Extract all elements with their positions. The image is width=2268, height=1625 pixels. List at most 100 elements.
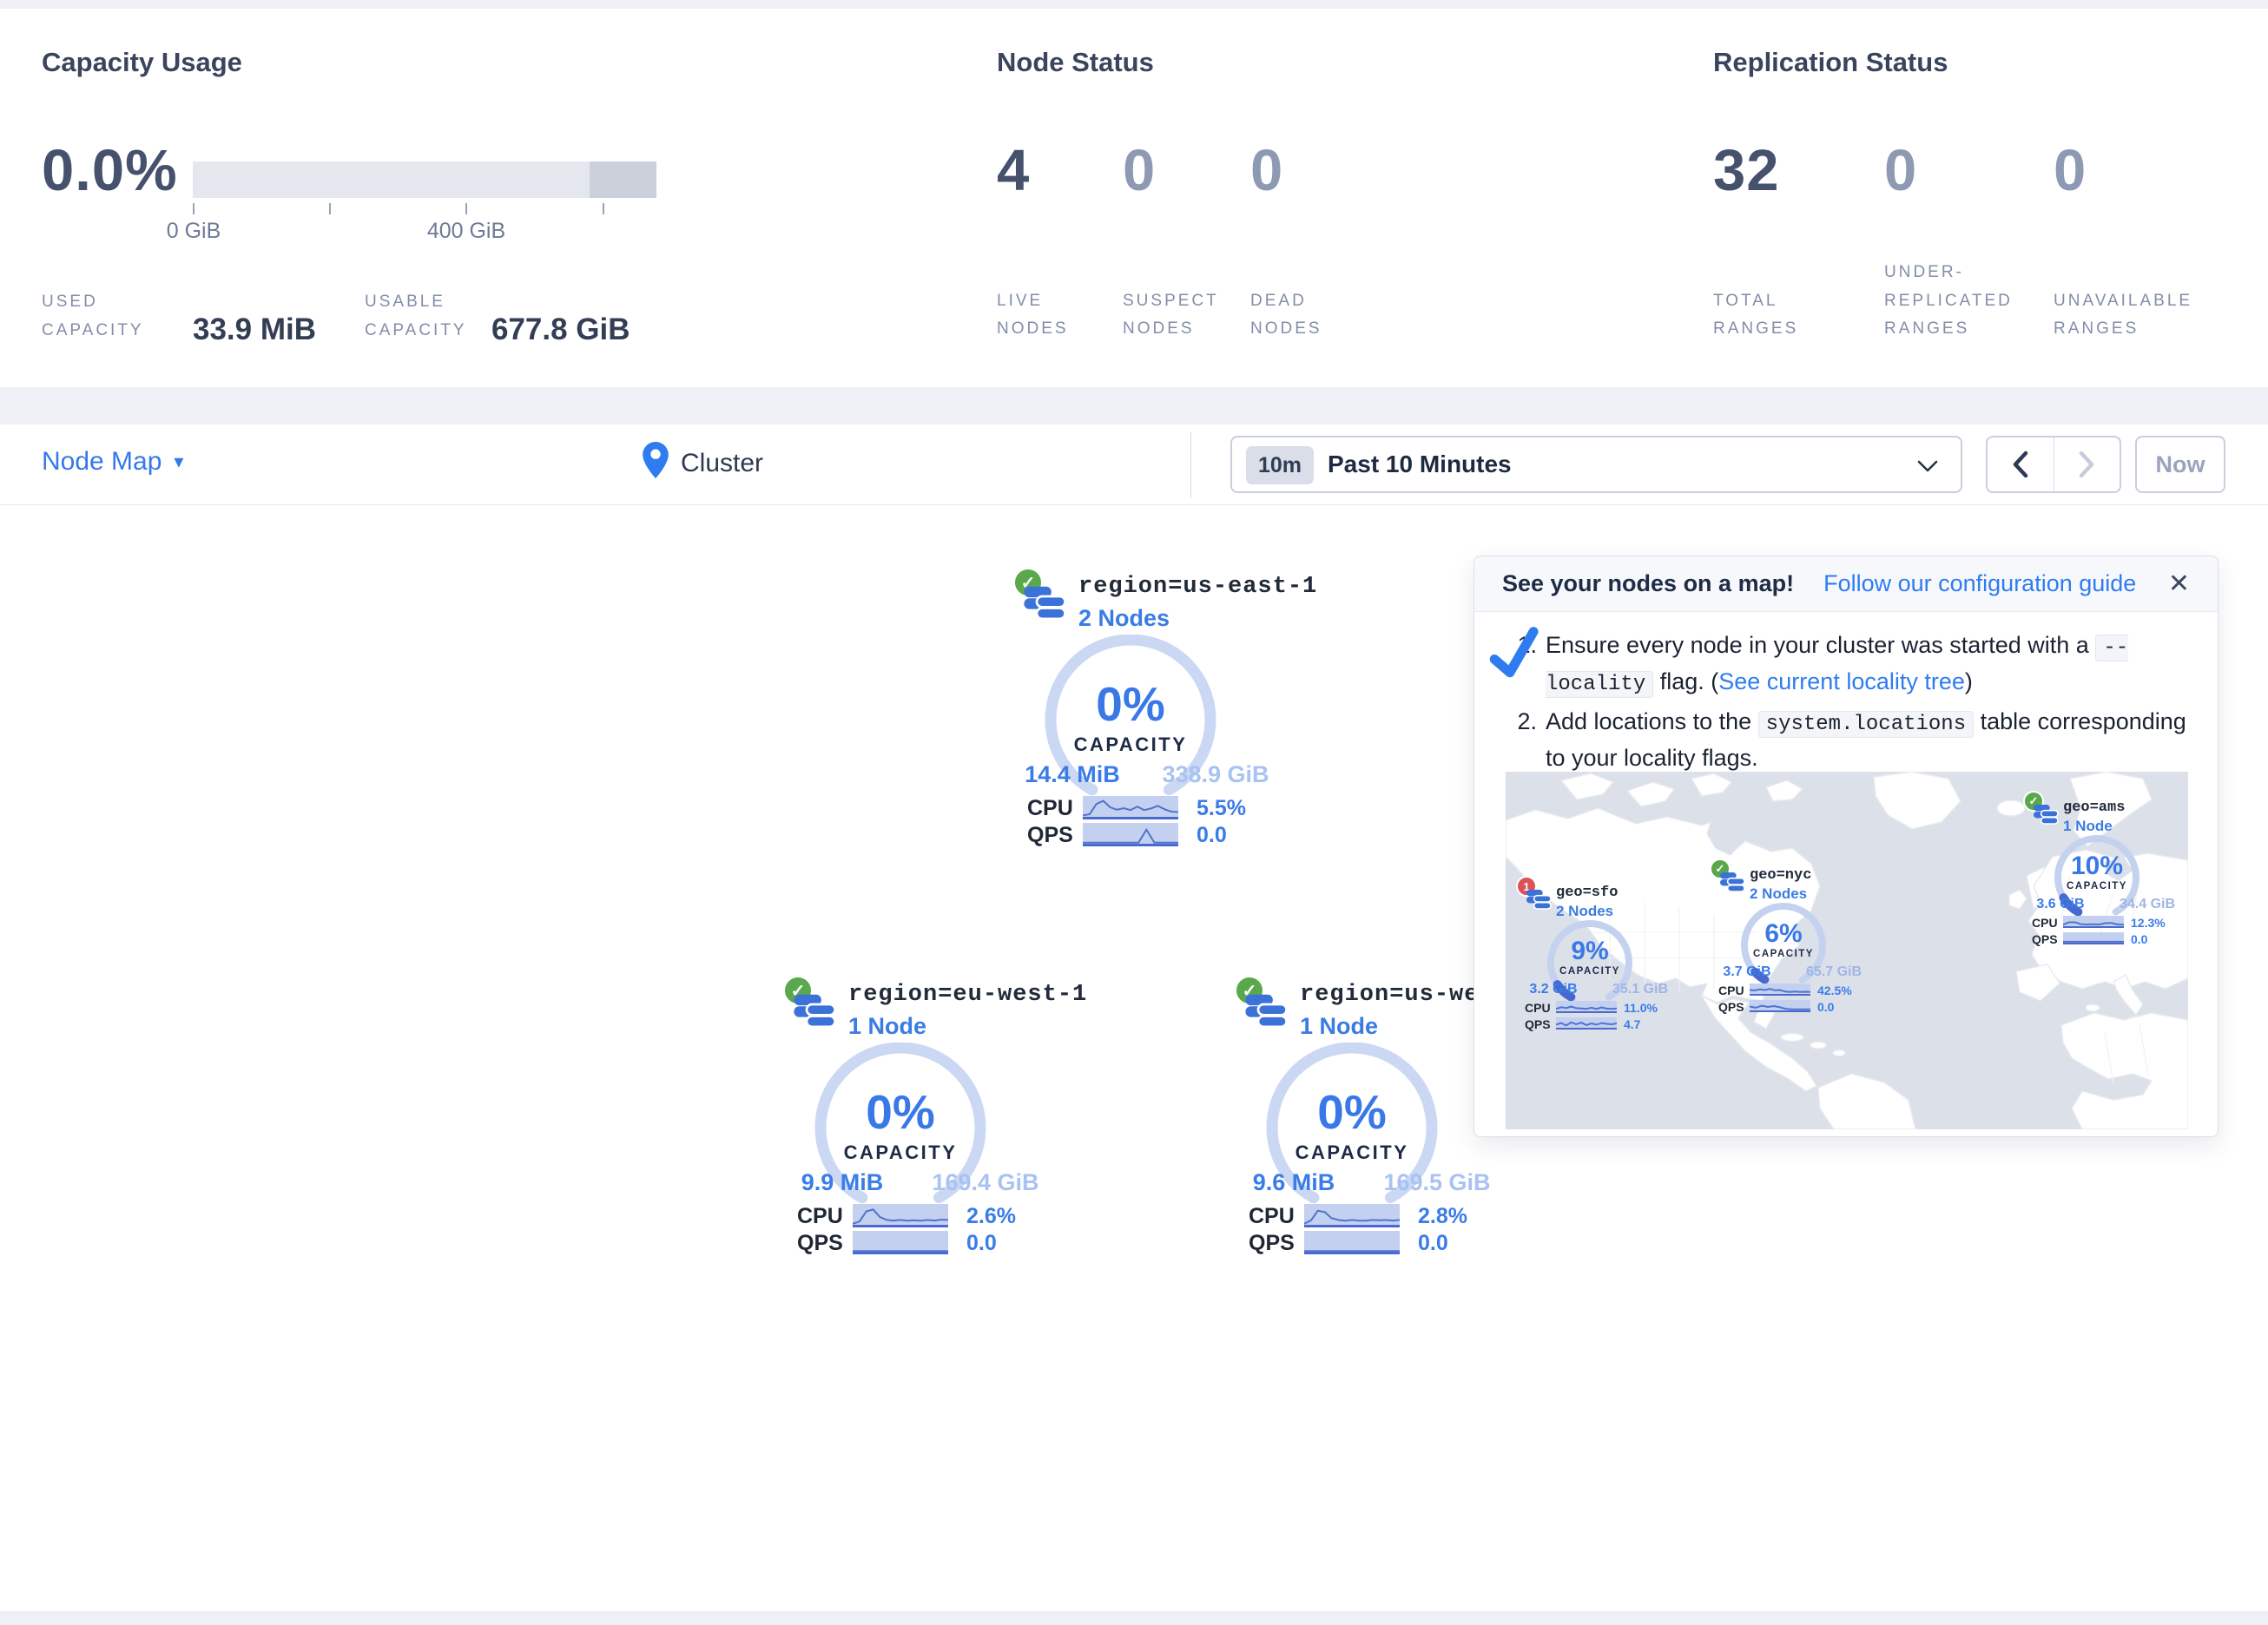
dead-nodes-value: 0	[1250, 137, 1283, 204]
database-icon	[1021, 581, 1068, 632]
locality-tree-link[interactable]: See current locality tree	[1718, 668, 1965, 694]
usable-value: 34.4 GiB	[2106, 897, 2188, 912]
configuration-guide-link[interactable]: Follow our configuration guide	[1823, 570, 2136, 597]
time-range-select[interactable]: 10m Past 10 Minutes	[1230, 436, 1962, 493]
unavailable-ranges-value: 0	[2054, 137, 2087, 204]
chevron-left-icon	[2012, 451, 2029, 478]
cpu-value: 2.6%	[966, 1204, 1016, 1229]
cpu-sparkline	[1750, 984, 1810, 996]
qps-sparkline	[853, 1231, 948, 1254]
close-icon[interactable]: ✕	[2168, 569, 2190, 599]
used-capacity-value: 33.9 MiB	[193, 312, 316, 347]
region-title: region=eu-west-1	[848, 982, 1087, 1008]
breadcrumb[interactable]: Cluster	[643, 442, 763, 485]
cpu-label: CPU	[2032, 916, 2058, 930]
node-map-setup-popup: See your nodes on a map! Follow our conf…	[1474, 556, 2219, 1137]
qps-sparkline	[1083, 823, 1178, 846]
summary-panel: Capacity Usage 0.0% 0 GiB 400 GiB USED C…	[0, 9, 2268, 387]
step-2: 2. Add locations to the system.locations…	[1506, 704, 2193, 776]
capacity-usage-percent: 0.0%	[42, 137, 178, 204]
qps-value: 0.0	[966, 1231, 997, 1256]
cpu-value: 2.8%	[1418, 1204, 1467, 1229]
capacity-bar-tick-label-400: 400 GiB	[414, 219, 518, 244]
used-value: 14.4 MiB	[1012, 761, 1133, 788]
chevron-down-icon	[1917, 460, 1938, 477]
cpu-sparkline	[2063, 916, 2124, 928]
region-nodes-link[interactable]: 1 Node	[848, 1013, 926, 1040]
database-icon	[1243, 989, 1289, 1040]
region-title: geo=sfo	[1556, 885, 1618, 901]
cpu-sparkline	[1556, 1001, 1617, 1013]
step-number: 2.	[1506, 704, 1537, 776]
capacity-bar-tick-label-0: 0 GiB	[142, 219, 246, 244]
qps-label: QPS	[797, 1231, 843, 1256]
dead-nodes-label: DEAD NODES	[1250, 287, 1337, 344]
used-value: 3.6 GiB	[2023, 897, 2098, 912]
usable-value: 169.4 GiB	[916, 1169, 1055, 1196]
suspect-nodes-value: 0	[1123, 137, 1156, 204]
region-title: region=us-east-1	[1078, 574, 1317, 600]
usable-capacity-label: USABLE CAPACITY	[365, 288, 512, 345]
region-title: geo=nyc	[1750, 867, 1811, 884]
used-value: 9.6 MiB	[1233, 1169, 1355, 1196]
used-value: 3.7 GiB	[1710, 964, 1784, 980]
map-node-card-sfo: 1 geo=sfo 2 Nodes 9% CAPACITY 3.2 GiB 35…	[1516, 876, 1681, 1036]
time-range-label: Past 10 Minutes	[1328, 451, 1512, 478]
capacity-bar-tick	[329, 203, 331, 214]
qps-label: QPS	[1249, 1231, 1295, 1256]
popup-title: See your nodes on a map!	[1502, 570, 1794, 597]
capacity-bar-tick	[603, 203, 604, 214]
total-ranges-value: 32	[1713, 137, 1780, 204]
used-value: 3.2 GiB	[1516, 982, 1591, 997]
view-dropdown[interactable]: Node Map ▾	[42, 447, 183, 477]
region-nodes-link[interactable]: 1 Node	[1300, 1013, 1378, 1040]
popup-header: See your nodes on a map! Follow our conf…	[1474, 556, 2218, 612]
total-ranges-label: TOTAL RANGES	[1713, 287, 1817, 344]
capacity-bar-other-segment	[590, 161, 656, 198]
used-value: 9.9 MiB	[781, 1169, 903, 1196]
now-button[interactable]: Now	[2135, 436, 2225, 493]
gauge-percent: 0%	[809, 1084, 992, 1140]
cpu-value: 11.0%	[1624, 1001, 1658, 1015]
time-next-button[interactable]	[2054, 438, 2120, 491]
usable-value: 338.9 GiB	[1146, 761, 1285, 788]
cpu-value: 12.3%	[2131, 916, 2166, 930]
breadcrumb-label: Cluster	[681, 449, 763, 478]
cpu-label: CPU	[1027, 796, 1073, 821]
capacity-bar-tick	[465, 203, 467, 214]
qps-label: QPS	[1525, 1017, 1551, 1031]
time-nav-group	[1986, 436, 2121, 493]
toolbar-divider	[1190, 431, 1191, 497]
gauge-caption: CAPACITY	[1261, 1141, 1443, 1164]
region-nodes-link[interactable]: 2 Nodes	[1078, 605, 1170, 632]
qps-label: QPS	[1718, 1000, 1744, 1014]
gauge-caption: CAPACITY	[1731, 949, 1836, 959]
live-nodes-label: LIVE NODES	[997, 287, 1084, 344]
gauge-caption: CAPACITY	[809, 1141, 992, 1164]
replication-status-title: Replication Status	[1713, 47, 1948, 78]
region-card-us-east-1: ✓ region=us-east-1 2 Nodes 0% CAPACITY 1…	[999, 560, 1276, 859]
view-dropdown-label: Node Map	[42, 447, 162, 477]
qps-sparkline	[1304, 1231, 1400, 1254]
system-locations-code: system.locations	[1758, 711, 1974, 738]
cpu-sparkline	[1304, 1204, 1400, 1227]
usable-value: 35.1 GiB	[1599, 982, 1681, 997]
view-toolbar: Node Map ▾ Cluster 10m Past 10 Minutes N…	[0, 424, 2268, 505]
suspect-nodes-label: SUSPECT NODES	[1123, 287, 1231, 344]
live-nodes-value: 4	[997, 137, 1030, 204]
time-prev-button[interactable]	[1988, 438, 2054, 491]
gauge-caption: CAPACITY	[1039, 734, 1222, 756]
usable-capacity-value: 677.8 GiB	[491, 312, 630, 347]
map-node-card-nyc: ✓ geo=nyc 2 Nodes 6% CAPACITY 3.7 GiB 65…	[1710, 859, 1875, 1019]
check-icon	[1483, 623, 1546, 691]
qps-label: QPS	[2032, 932, 2058, 946]
qps-label: QPS	[1027, 823, 1073, 848]
qps-value: 0.0	[1197, 823, 1227, 848]
step-text: Add locations to the system.locations ta…	[1546, 704, 2193, 776]
popup-steps: 1. Ensure every node in your cluster was…	[1506, 628, 2193, 780]
qps-value: 0.0	[1817, 1000, 1834, 1014]
gauge-percent: 0%	[1261, 1084, 1443, 1140]
qps-value: 0.0	[2131, 932, 2147, 946]
caret-down-icon: ▾	[174, 451, 183, 473]
region-card-eu-west-1: ✓ region=eu-west-1 1 Node 0% CAPACITY 9.…	[768, 968, 1046, 1267]
